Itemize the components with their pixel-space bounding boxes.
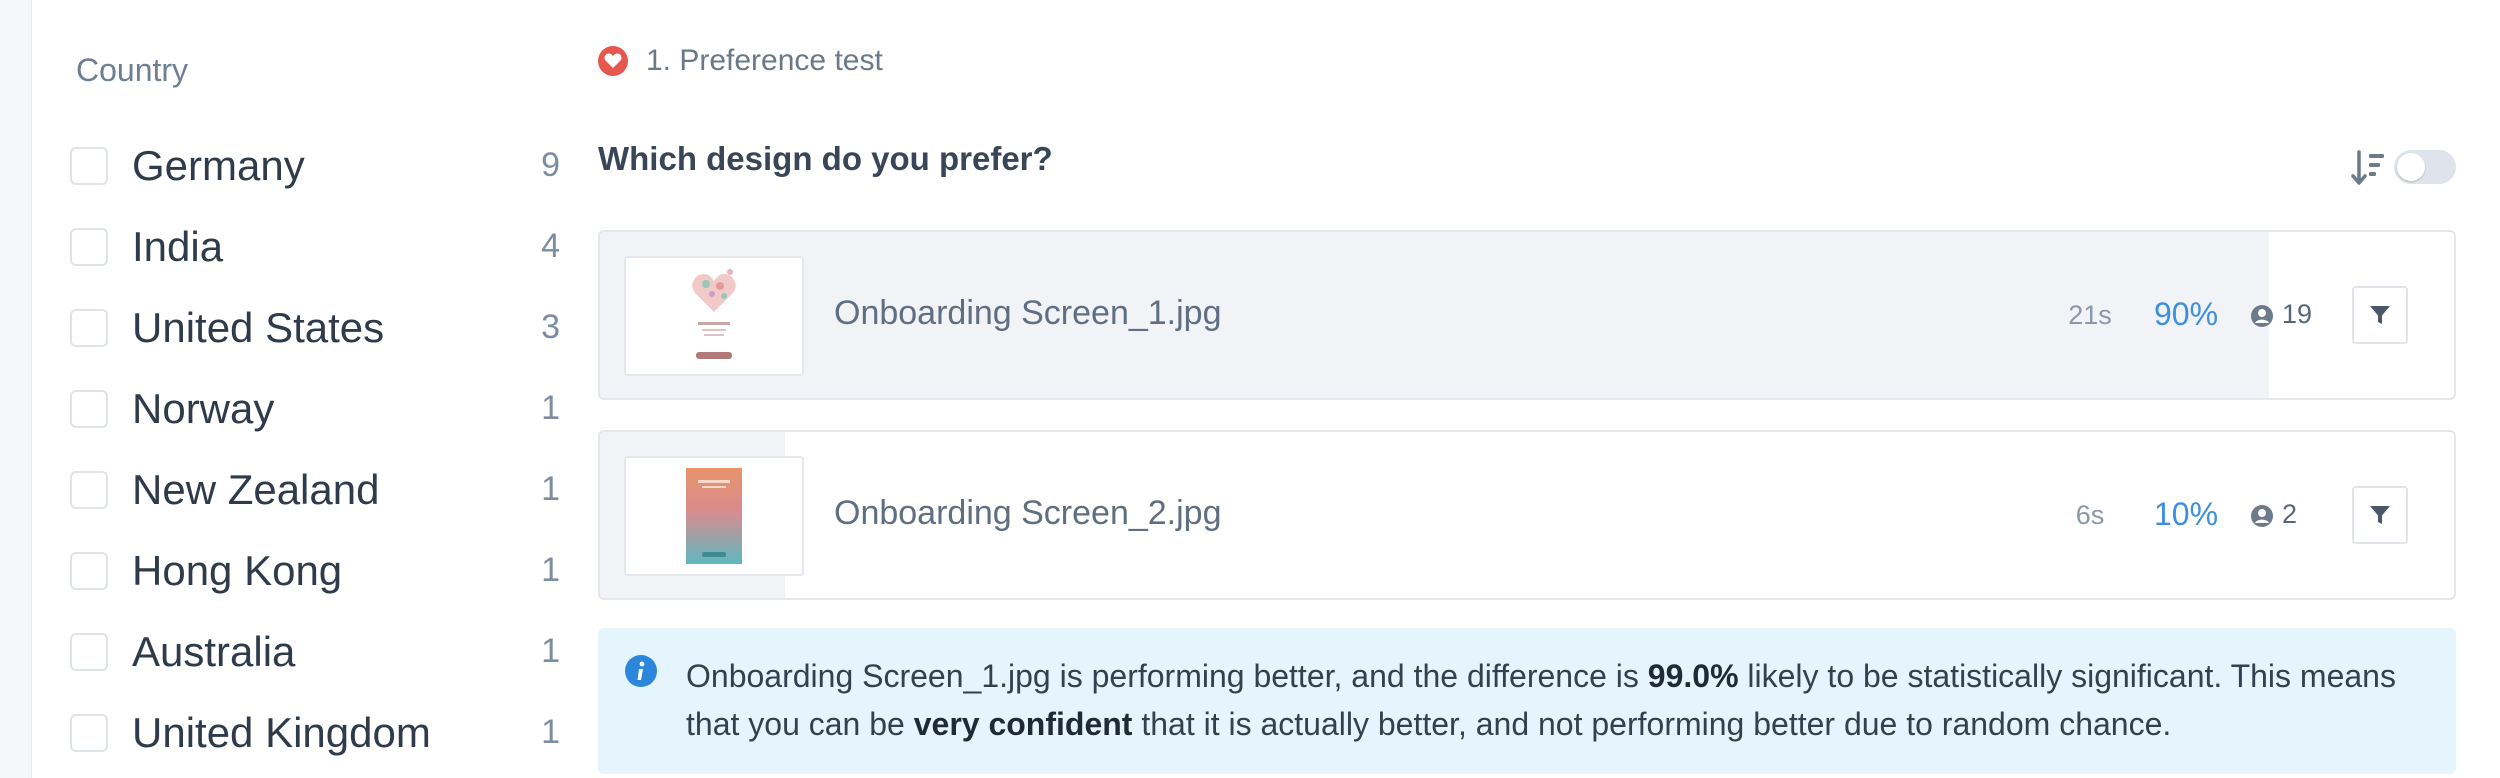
option-name: Onboarding Screen_1.jpg: [834, 294, 1222, 332]
vote-percentage: 10%: [2153, 496, 2219, 532]
vote-count: 19: [2282, 299, 2313, 329]
sort-icon[interactable]: [2350, 148, 2386, 188]
info-text-part: Onboarding Screen_1.jpg is performing be…: [686, 658, 1648, 694]
country-item-india[interactable]: India 4: [70, 206, 560, 287]
filter-button[interactable]: [2352, 286, 2408, 344]
significance-value: 99.0%: [1647, 658, 1739, 694]
sort-toggle[interactable]: [2394, 150, 2456, 184]
onboarding-heart-thumbnail-icon: [684, 264, 744, 368]
country-count: 1: [541, 713, 560, 751]
checkbox[interactable]: [70, 146, 108, 185]
checkbox[interactable]: [70, 308, 108, 347]
checkbox[interactable]: [70, 632, 108, 671]
country-count: 1: [541, 389, 560, 427]
country-count: 1: [541, 632, 560, 670]
left-rail: [0, 0, 32, 778]
country-name: Germany: [132, 141, 305, 189]
checkbox[interactable]: [70, 713, 108, 752]
filter-icon: [2370, 506, 2390, 524]
country-item-new-zealand[interactable]: New Zealand 1: [70, 449, 560, 530]
country-count: 4: [541, 227, 560, 265]
country-count: 9: [541, 146, 560, 184]
country-item-united-kingdom[interactable]: United Kingdom 1: [70, 692, 560, 773]
checkbox[interactable]: [70, 551, 108, 590]
toggle-knob: [2397, 153, 2425, 181]
vote-count: 2: [2282, 499, 2298, 529]
option-name: Onboarding Screen_2.jpg: [834, 494, 1222, 532]
onboarding-gradient-thumbnail-icon: [686, 468, 742, 564]
test-header: 1. Preference test: [598, 44, 883, 78]
heart-icon: [598, 46, 628, 76]
country-name: Hong Kong: [132, 546, 343, 594]
country-list: Germany 9 India 4 United States 3 Norway…: [70, 125, 560, 773]
checkbox[interactable]: [70, 470, 108, 509]
user-icon: [2251, 505, 2273, 527]
country-item-norway[interactable]: Norway 1: [70, 368, 560, 449]
user-icon: [2251, 305, 2273, 327]
checkbox[interactable]: [70, 227, 108, 266]
country-name: India: [132, 222, 224, 270]
country-item-australia[interactable]: Australia 1: [70, 611, 560, 692]
country-name: Norway: [132, 384, 275, 432]
design-thumbnail[interactable]: [624, 256, 804, 376]
test-label: 1. Preference test: [646, 44, 883, 77]
country-name: United States: [132, 303, 385, 351]
option-card-1: Onboarding Screen_1.jpg 21s 90% 19: [598, 230, 2456, 400]
country-count: 1: [541, 551, 560, 589]
country-filter-panel: Country Germany 9 India 4 United States …: [32, 0, 560, 778]
country-item-germany[interactable]: Germany 9: [70, 125, 560, 206]
country-item-united-states[interactable]: United States 3: [70, 287, 560, 368]
avg-time: 6s: [2075, 500, 2105, 530]
country-name: New Zealand: [132, 465, 380, 513]
avg-time: 21s: [2068, 300, 2112, 330]
filter-button[interactable]: [2352, 486, 2408, 544]
option-card-2: Onboarding Screen_2.jpg 6s 10% 2: [598, 430, 2456, 600]
significance-info-box: Onboarding Screen_1.jpg is performing be…: [598, 628, 2456, 774]
confidence-level: very confident: [913, 706, 1133, 742]
filter-icon: [2370, 306, 2390, 324]
country-name: United Kingdom: [132, 708, 431, 756]
country-name: Australia: [132, 627, 296, 675]
question-title: Which design do you prefer?: [598, 140, 1053, 177]
country-count: 1: [541, 470, 560, 508]
results-panel: 1. Preference test Which design do you p…: [598, 0, 2458, 778]
info-icon: [625, 655, 657, 687]
significance-message: Onboarding Screen_1.jpg is performing be…: [686, 652, 2426, 748]
country-count: 3: [541, 308, 560, 346]
vote-percentage: 90%: [2153, 296, 2219, 332]
filter-title: Country: [76, 52, 189, 88]
country-item-hong-kong[interactable]: Hong Kong 1: [70, 530, 560, 611]
design-thumbnail[interactable]: [624, 456, 804, 576]
checkbox[interactable]: [70, 389, 108, 428]
info-text-part: that it is actually better, and not perf…: [1132, 706, 2172, 742]
